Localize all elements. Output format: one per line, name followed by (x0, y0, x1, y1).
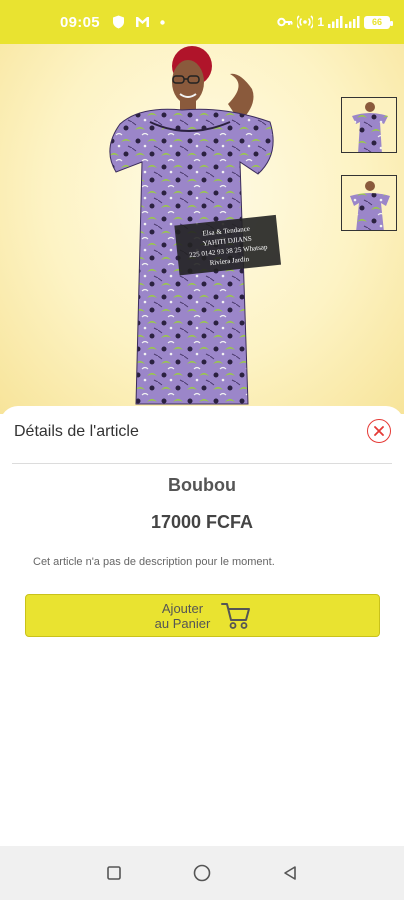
thumbnail-1[interactable] (341, 97, 397, 153)
app-screen: 09:05 1 66 Elsa & Tendance YAHITI DJIANS… (0, 0, 404, 900)
circle-icon (193, 864, 211, 882)
sheet-title: Détails de l'article (14, 423, 139, 440)
back-button[interactable] (270, 853, 310, 893)
model-figure: Elsa & Tendance YAHITI DJIANS 225 0142 9… (109, 46, 282, 405)
product-price: 17000 FCFA (150, 512, 254, 532)
battery-level: 66 (371, 17, 382, 27)
square-icon (107, 866, 121, 880)
dot-icon (160, 19, 165, 25)
status-left-icons (112, 15, 165, 29)
network-indicator: 1 (317, 15, 324, 29)
signal-icon (328, 16, 360, 28)
battery-icon: 66 (364, 15, 393, 29)
details-sheet: Détails de l'article Boubou 17000 FCFA C… (0, 406, 404, 846)
divider (12, 463, 392, 464)
navigation-bar (0, 846, 404, 900)
status-right-icons: 1 66 (277, 15, 393, 29)
home-button[interactable] (182, 853, 222, 893)
product-image[interactable]: Elsa & Tendance YAHITI DJIANS 225 0142 9… (0, 44, 404, 414)
close-icon (374, 426, 384, 436)
gmail-icon (135, 16, 150, 28)
status-bar: 09:05 1 66 (0, 0, 404, 44)
add-to-cart-label: Ajouter au Panier (154, 600, 211, 631)
key-icon (277, 16, 293, 28)
recents-button[interactable] (94, 853, 134, 893)
product-description: Cet article n'a pas de description pour … (33, 556, 275, 568)
triangle-back-icon (284, 866, 296, 880)
status-time: 09:05 (60, 13, 100, 31)
hotspot-icon (297, 15, 314, 29)
add-to-cart-button[interactable]: Ajouter au Panier (25, 594, 380, 637)
thumbnail-2[interactable] (341, 175, 397, 231)
shield-icon (112, 15, 125, 29)
product-name: Boubou (168, 475, 236, 495)
close-button[interactable] (367, 419, 391, 443)
cart-icon (220, 602, 250, 629)
